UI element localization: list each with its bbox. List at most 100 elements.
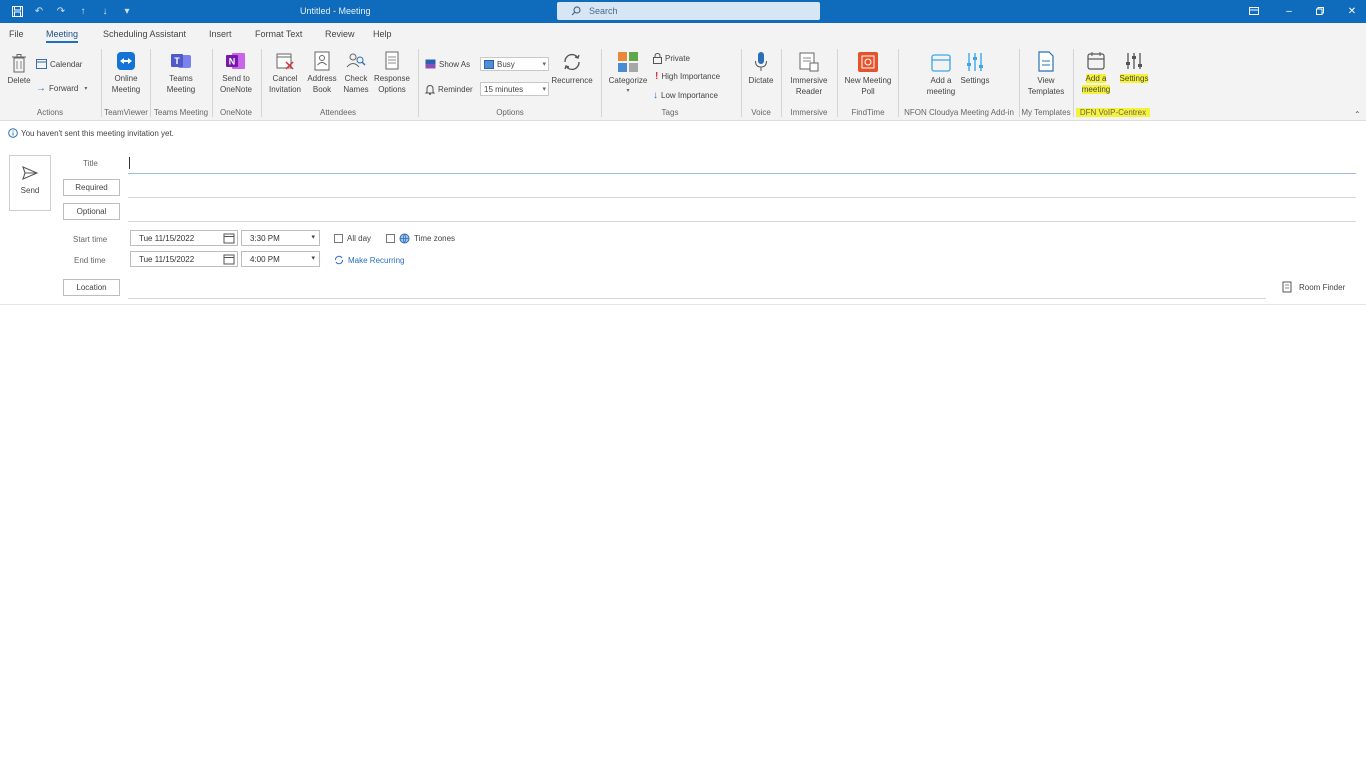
delete-button[interactable]: Delete [5, 53, 33, 86]
down-arrow-icon[interactable]: ↓ [98, 5, 112, 19]
show-as-label-wrap: Show As [425, 57, 470, 71]
view-templates-button[interactable]: View Templates [1024, 51, 1068, 97]
show-as-icon [425, 59, 436, 69]
calendar-icon[interactable] [223, 253, 235, 265]
location-input[interactable] [128, 298, 1266, 299]
optional-input[interactable] [128, 221, 1356, 222]
tab-format-text[interactable]: Format Text [255, 29, 302, 43]
response-options-button[interactable]: Response Options [372, 51, 412, 95]
new-meeting-poll-button[interactable]: New Meeting Poll [840, 51, 896, 97]
recurrence-button[interactable]: Recurrence [549, 51, 595, 86]
room-finder-label: Room Finder [1299, 282, 1346, 292]
chevron-down-icon: ▾ [311, 234, 315, 241]
end-time-dropdown[interactable]: 4:00 PM ▾ [241, 251, 320, 267]
low-importance-label: Low Importance [661, 90, 718, 100]
online-meeting-button[interactable]: Online Meeting [107, 51, 145, 95]
nfon-add-meeting-button[interactable]: Add a meeting [920, 51, 962, 97]
customize-icon[interactable]: ▾ [120, 5, 134, 19]
dictate-button[interactable]: Dictate [745, 51, 777, 86]
categorize-button[interactable]: Categorize ▾ [606, 51, 650, 97]
sliders-icon [1126, 53, 1142, 69]
start-time-dropdown[interactable]: 3:30 PM ▾ [241, 230, 320, 246]
nfon-settings-button[interactable]: Settings [958, 51, 992, 86]
up-arrow-icon[interactable]: ↑ [76, 5, 90, 19]
check-names-button[interactable]: Check Names [340, 51, 372, 95]
search-box[interactable]: Search [557, 2, 820, 20]
cancel-invitation-button[interactable]: Cancel Invitation [266, 51, 304, 95]
redo-icon[interactable]: ↷ [54, 5, 68, 19]
collapse-ribbon-icon[interactable]: ⌃ [1354, 110, 1361, 119]
microphone-icon [755, 52, 767, 71]
title-bar: ↶ ↷ ↑ ↓ ▾ Untitled - Meeting Search – ✕ [0, 0, 1366, 23]
check-names-label: Check Names [343, 74, 369, 94]
calendar-icon [36, 59, 47, 69]
group-separator [1073, 49, 1074, 117]
tab-file[interactable]: File [9, 29, 24, 43]
required-button[interactable]: Required [63, 179, 120, 196]
high-importance-button[interactable]: ! High Importance [655, 69, 720, 83]
show-as-dropdown[interactable]: Busy ▾ [480, 57, 549, 71]
response-options-label: Response Options [373, 74, 411, 94]
show-as-value: Busy [497, 59, 515, 69]
response-options-icon [385, 51, 399, 70]
calendar-add-icon [1087, 52, 1105, 70]
group-separator [150, 49, 151, 117]
location-button[interactable]: Location [63, 279, 120, 296]
save-icon[interactable] [10, 5, 24, 19]
cancel-invitation-label: Cancel Invitation [268, 74, 302, 94]
tab-scheduling-assistant[interactable]: Scheduling Assistant [103, 29, 186, 43]
menu-tabs: File Meeting Scheduling Assistant Insert… [0, 23, 1366, 45]
window-title: Untitled - Meeting [300, 6, 371, 16]
time-zones-checkbox[interactable] [386, 234, 395, 243]
immersive-reader-button[interactable]: Immersive Reader [785, 51, 833, 97]
teams-meeting-button[interactable]: T Teams Meeting [160, 51, 202, 95]
forward-button[interactable]: → Forward ▾ [36, 81, 87, 95]
restore-icon[interactable] [1311, 3, 1329, 19]
address-book-icon [314, 51, 330, 71]
room-finder-button[interactable]: Room Finder [1282, 281, 1345, 293]
reminder-dropdown[interactable]: 15 minutes ▾ [480, 82, 549, 96]
tab-review[interactable]: Review [325, 29, 355, 43]
dfn-settings-button[interactable]: Settings [1114, 51, 1154, 84]
end-time-label: End time [74, 256, 106, 265]
new-meeting-poll-label: New Meeting Poll [844, 76, 892, 96]
send-button[interactable]: Send [9, 155, 51, 211]
dictate-label: Dictate [748, 76, 774, 85]
ribbon-display-icon[interactable] [1245, 3, 1263, 19]
make-recurring-link[interactable]: Make Recurring [334, 255, 404, 265]
dfn-add-meeting-button[interactable]: Add a meeting [1078, 51, 1114, 95]
room-finder-icon [1282, 281, 1292, 293]
end-date-picker[interactable]: Tue 11/15/2022 [130, 251, 238, 267]
info-bar: You haven't sent this meeting invitation… [8, 128, 174, 138]
title-input[interactable] [128, 155, 1356, 174]
close-icon[interactable]: ✕ [1343, 3, 1361, 19]
private-button[interactable]: Private [653, 51, 690, 65]
title-label: Title [83, 159, 98, 168]
show-as-label: Show As [439, 59, 471, 69]
minimize-icon[interactable]: – [1280, 3, 1298, 19]
group-separator [837, 49, 838, 117]
send-to-onenote-button[interactable]: N Send to OneNote [216, 51, 256, 95]
chevron-down-icon: ▾ [311, 255, 315, 262]
tab-insert[interactable]: Insert [209, 29, 232, 43]
undo-icon[interactable]: ↶ [32, 5, 46, 19]
calendar-icon[interactable] [223, 232, 235, 244]
group-separator [418, 49, 419, 117]
optional-button[interactable]: Optional [63, 203, 120, 220]
group-label-actions: Actions [36, 108, 64, 117]
calendar-button[interactable]: Calendar [36, 57, 82, 71]
tab-meeting[interactable]: Meeting [46, 29, 79, 43]
info-icon [8, 128, 18, 138]
sliders-icon [967, 53, 983, 71]
svg-text:T: T [174, 56, 180, 66]
tab-help[interactable]: Help [373, 29, 392, 43]
low-importance-button[interactable]: ↓ Low Importance [653, 88, 718, 102]
required-input[interactable] [128, 197, 1356, 198]
address-book-button[interactable]: Address Book [305, 51, 339, 95]
forward-arrow-icon: → [36, 82, 46, 94]
end-time-value: 4:00 PM [250, 254, 280, 264]
start-date-picker[interactable]: Tue 11/15/2022 [130, 230, 238, 246]
search-icon [571, 6, 581, 16]
all-day-checkbox[interactable] [334, 234, 343, 243]
end-date-value: Tue 11/15/2022 [139, 254, 195, 264]
